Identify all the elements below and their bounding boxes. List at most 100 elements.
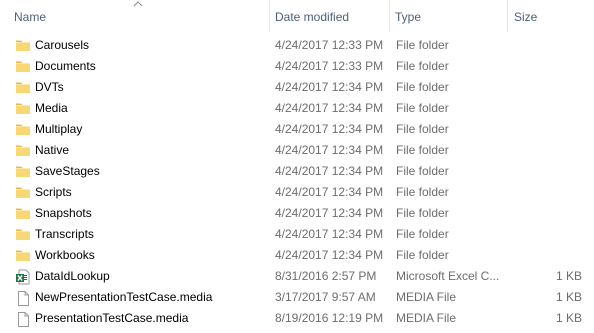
folder-icon — [15, 245, 31, 266]
file-date-modified: 4/24/2017 12:34 PM — [275, 227, 384, 241]
folder-icon — [16, 166, 30, 177]
file-name: Media — [35, 101, 68, 115]
file-row[interactable]: DataIdLookup 8/31/2016 2:57 PM Microsoft E… — [0, 266, 594, 287]
folder-icon — [16, 61, 30, 72]
file-icon — [15, 287, 31, 308]
folder-row[interactable]: Workbooks 4/24/2017 12:34 PM File folder — [0, 245, 594, 266]
file-size — [512, 161, 582, 182]
file-type: MEDIA File — [396, 290, 457, 304]
file-name: Scripts — [35, 185, 72, 199]
file-icon — [18, 291, 29, 306]
file-row[interactable]: NewPresentationTestCase.media 3/17/2017 9… — [0, 287, 594, 308]
folder-row[interactable]: DVTs 4/24/2017 12:34 PM File folder — [0, 77, 594, 98]
folder-icon — [16, 250, 30, 261]
file-date-modified: 4/24/2017 12:34 PM — [275, 143, 384, 157]
folder-icon — [15, 203, 31, 224]
file-name: DVTs — [35, 80, 64, 94]
file-size — [512, 203, 582, 224]
file-date-modified: 4/24/2017 12:34 PM — [275, 164, 384, 178]
file-type: File folder — [396, 164, 449, 178]
file-date-modified: 4/24/2017 12:34 PM — [275, 101, 384, 115]
column-divider[interactable] — [269, 0, 270, 32]
column-header-size[interactable]: Size — [514, 0, 584, 32]
file-date-modified: 4/24/2017 12:34 PM — [275, 80, 384, 94]
file-size — [512, 98, 582, 119]
excel-file-icon — [16, 269, 30, 285]
folder-icon — [16, 40, 30, 51]
file-size — [512, 35, 582, 56]
folder-icon — [15, 35, 31, 56]
file-type: File folder — [396, 59, 449, 73]
folder-row[interactable]: Snapshots 4/24/2017 12:34 PM File folder — [0, 203, 594, 224]
file-size — [512, 119, 582, 140]
file-date-modified: 4/24/2017 12:33 PM — [275, 38, 384, 52]
file-size — [512, 182, 582, 203]
file-type: File folder — [396, 143, 449, 157]
folder-icon — [15, 119, 31, 140]
file-type: File folder — [396, 185, 449, 199]
folder-icon — [16, 187, 30, 198]
folder-icon — [15, 224, 31, 245]
file-type: File folder — [396, 80, 449, 94]
file-size — [512, 245, 582, 266]
file-date-modified: 4/24/2017 12:34 PM — [275, 248, 384, 262]
file-name: DataIdLookup — [35, 269, 110, 283]
file-name: Transcripts — [35, 227, 94, 241]
file-name: Workbooks — [35, 248, 95, 262]
file-type: Microsoft Excel C... — [396, 269, 500, 283]
folder-icon — [15, 77, 31, 98]
folder-icon — [16, 82, 30, 93]
column-header-name[interactable]: Name — [14, 0, 269, 32]
file-type: File folder — [396, 101, 449, 115]
folder-row[interactable]: SaveStages 4/24/2017 12:34 PM File folder — [0, 161, 594, 182]
file-size — [512, 224, 582, 245]
file-date-modified: 4/24/2017 12:34 PM — [275, 185, 384, 199]
file-name: Multiplay — [35, 122, 83, 136]
file-type: File folder — [396, 38, 449, 52]
file-size: 1 KB — [555, 290, 582, 304]
folder-icon — [15, 98, 31, 119]
file-size — [512, 140, 582, 161]
folder-icon — [15, 161, 31, 182]
file-explorer-details-view: Name Date modified Type Size Carousels 4/… — [0, 0, 594, 333]
folder-row[interactable]: Scripts 4/24/2017 12:34 PM File folder — [0, 182, 594, 203]
column-divider[interactable] — [507, 0, 508, 32]
folder-icon — [15, 182, 31, 203]
folder-icon — [16, 229, 30, 240]
file-type: MEDIA File — [396, 311, 457, 325]
folder-icon — [16, 208, 30, 219]
file-date-modified: 4/24/2017 12:33 PM — [275, 59, 384, 73]
column-header-date-modified[interactable]: Date modified — [275, 0, 389, 32]
file-type: File folder — [396, 122, 449, 136]
file-icon — [18, 312, 29, 327]
file-type: File folder — [396, 248, 449, 262]
folder-row[interactable]: Multiplay 4/24/2017 12:34 PM File folder — [0, 119, 594, 140]
file-list: Carousels 4/24/2017 12:33 PM File folder Do… — [0, 35, 594, 329]
folder-icon — [16, 124, 30, 135]
file-type: File folder — [396, 206, 449, 220]
folder-icon — [15, 140, 31, 161]
folder-row[interactable]: Carousels 4/24/2017 12:33 PM File folder — [0, 35, 594, 56]
column-header-type[interactable]: Type — [395, 0, 507, 32]
file-date-modified: 3/17/2017 9:57 AM — [275, 290, 376, 304]
folder-row[interactable]: Media 4/24/2017 12:34 PM File folder — [0, 98, 594, 119]
file-date-modified: 4/24/2017 12:34 PM — [275, 122, 384, 136]
file-date-modified: 8/19/2016 12:19 PM — [275, 311, 384, 325]
folder-icon — [16, 103, 30, 114]
file-icon — [15, 308, 31, 329]
file-row[interactable]: PresentationTestCase.media 8/19/2016 12:1… — [0, 308, 594, 329]
folder-icon — [15, 56, 31, 77]
file-size — [512, 56, 582, 77]
file-name: PresentationTestCase.media — [35, 311, 189, 325]
folder-row[interactable]: Native 4/24/2017 12:34 PM File folder — [0, 140, 594, 161]
folder-row[interactable]: Transcripts 4/24/2017 12:34 PM File folder — [0, 224, 594, 245]
file-date-modified: 8/31/2016 2:57 PM — [275, 269, 377, 283]
folder-row[interactable]: Documents 4/24/2017 12:33 PM File folder — [0, 56, 594, 77]
column-divider[interactable] — [389, 0, 390, 32]
file-name: Carousels — [35, 38, 90, 52]
folder-icon — [16, 145, 30, 156]
file-name: SaveStages — [35, 164, 100, 178]
file-size — [512, 77, 582, 98]
excel-file-icon — [15, 266, 31, 287]
file-name: Native — [35, 143, 70, 157]
